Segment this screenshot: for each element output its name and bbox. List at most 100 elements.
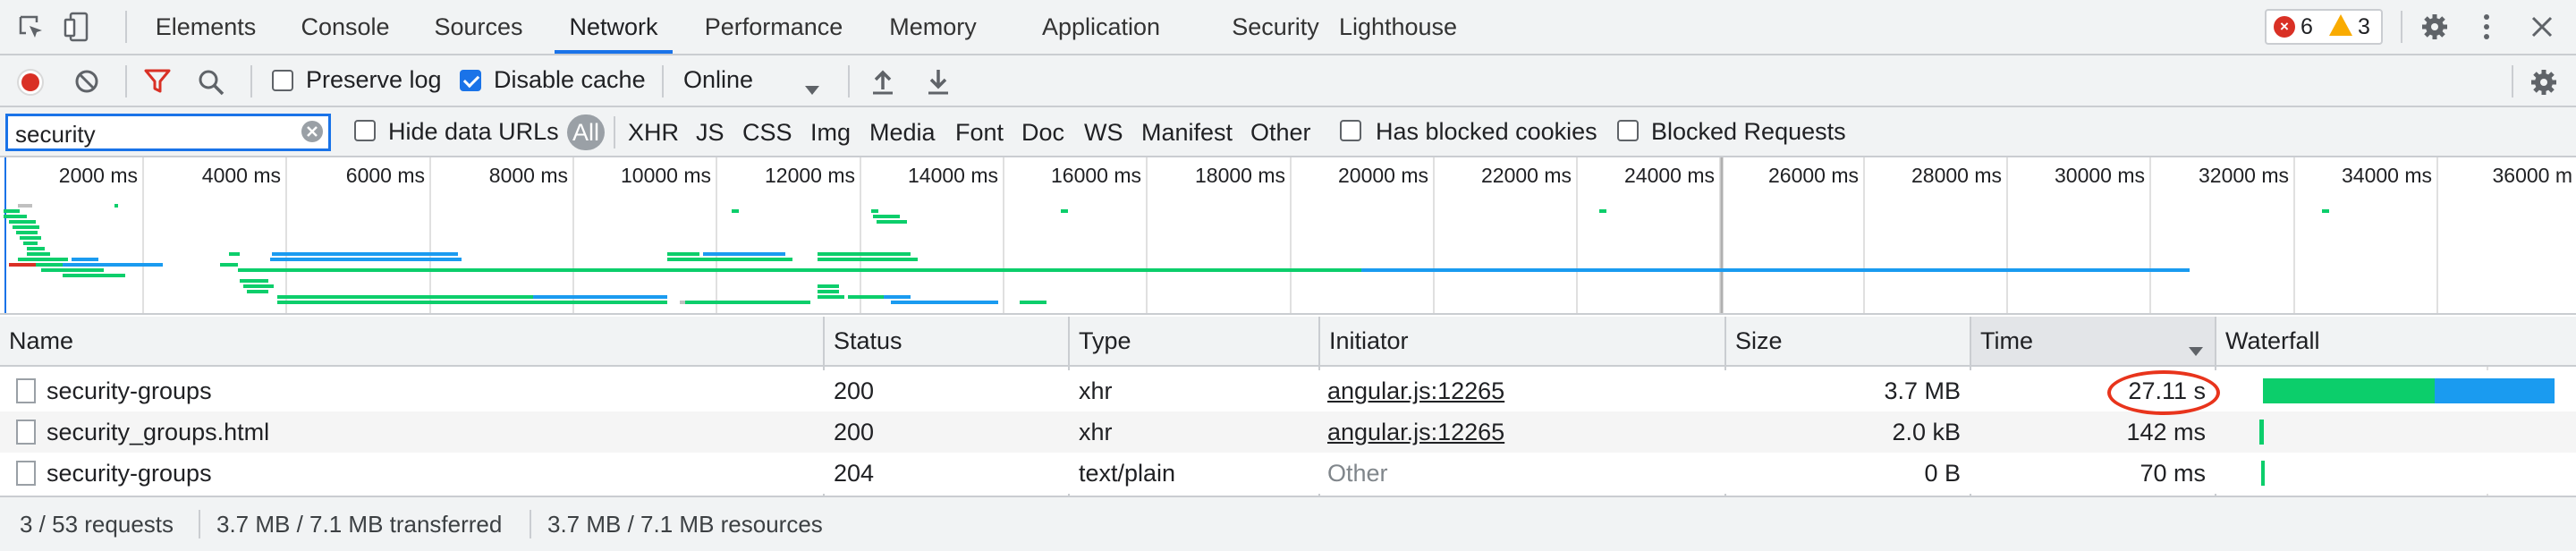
throttling-select[interactable]: Online [683, 66, 753, 94]
clear-icon[interactable] [73, 68, 100, 95]
status-divider [199, 510, 200, 538]
clear-filter-icon[interactable] [301, 120, 324, 143]
tick-label: 30000 ms [2055, 164, 2145, 187]
device-toolbar-icon[interactable] [63, 11, 95, 43]
tick-label: 14000 ms [908, 164, 998, 187]
tick-label: 2000 ms [59, 164, 138, 187]
column-header-status[interactable]: Status [825, 317, 1068, 365]
waterfall-waiting-bar [2259, 420, 2264, 445]
tab-elements[interactable]: Elements [143, 0, 268, 54]
column-header-size[interactable]: Size [1726, 317, 1970, 365]
column-header-name[interactable]: Name [0, 317, 823, 365]
waterfall-download-bar [2435, 378, 2555, 403]
request-name: security-groups [47, 377, 212, 404]
filter-type-css[interactable]: CSS [742, 114, 792, 150]
filter-type-js[interactable]: JS [696, 114, 724, 150]
request-size: 0 B [1924, 460, 1961, 487]
gear-icon[interactable] [2420, 13, 2449, 41]
filter-input[interactable] [5, 114, 331, 151]
close-icon[interactable] [2528, 13, 2556, 41]
status-divider [530, 510, 531, 538]
filter-divider [614, 116, 615, 148]
blocked-requests-label[interactable]: Blocked Requests [1651, 118, 1846, 146]
export-har-icon[interactable] [925, 66, 952, 97]
filter-type-other[interactable]: Other [1250, 114, 1311, 150]
network-settings-icon[interactable] [2529, 68, 2558, 97]
filter-type-xhr[interactable]: XHR [628, 114, 679, 150]
filter-bar: Hide data URLs All XHR JS CSS Img Media … [0, 107, 2576, 157]
tick-label: 22000 ms [1481, 164, 1572, 187]
tab-security[interactable]: Security [1211, 0, 1340, 54]
request-type: xhr [1079, 419, 1113, 445]
request-time: 142 ms [2126, 419, 2206, 445]
request-type: xhr [1079, 377, 1113, 404]
network-toolbar: Preserve log Disable cache Online [0, 55, 2576, 107]
warning-count: 3 [2358, 14, 2370, 39]
tab-bar-divider [2401, 11, 2402, 43]
request-initiator: Other [1327, 460, 1388, 487]
disable-cache-label[interactable]: Disable cache [494, 66, 646, 94]
filter-icon[interactable] [143, 68, 172, 95]
column-header-initiator[interactable]: Initiator [1320, 317, 1724, 365]
has-blocked-cookies-checkbox[interactable] [1340, 120, 1361, 141]
tab-sources[interactable]: Sources [420, 0, 537, 54]
tick-label: 4000 ms [202, 164, 281, 187]
issues-counter[interactable]: × 6 3 [2265, 9, 2383, 45]
resources-size: 3.7 MB / 7.1 MB resources [547, 511, 823, 538]
filter-type-media[interactable]: Media [869, 114, 936, 150]
tab-memory[interactable]: Memory [875, 0, 991, 54]
tab-network[interactable]: Network [555, 0, 673, 54]
preserve-log-label[interactable]: Preserve log [306, 66, 442, 94]
inspect-element-icon[interactable] [18, 14, 45, 41]
request-size: 2.0 kB [1892, 419, 1961, 445]
hide-data-urls-label[interactable]: Hide data URLs [388, 118, 559, 146]
tab-performance[interactable]: Performance [691, 0, 857, 54]
request-name: security_groups.html [47, 419, 270, 445]
record-icon[interactable] [16, 68, 45, 97]
tick-label: 36000 m [2492, 164, 2572, 187]
tick-label: 18000 ms [1195, 164, 1285, 187]
request-initiator-link[interactable]: angular.js:12265 [1327, 370, 1504, 411]
waterfall-waiting-bar [2263, 378, 2435, 403]
search-icon[interactable] [197, 68, 225, 97]
filter-type-ws[interactable]: WS [1084, 114, 1123, 150]
chevron-down-icon[interactable] [803, 75, 821, 95]
warning-icon [2329, 14, 2352, 36]
request-initiator-link[interactable]: angular.js:12265 [1327, 411, 1504, 453]
tick-label: 20000 ms [1338, 164, 1428, 187]
table-row[interactable]: security_groups.html 200 xhr angular.js:… [0, 411, 2576, 453]
blocked-requests-checkbox[interactable] [1617, 120, 1639, 141]
filter-type-img[interactable]: Img [810, 114, 851, 150]
tick-label: 34000 ms [2342, 164, 2432, 187]
table-row[interactable]: security-groups 204 text/plain Other 0 B… [0, 453, 2576, 494]
tick-label: 32000 ms [2199, 164, 2289, 187]
request-name: security-groups [47, 460, 212, 487]
filter-type-font[interactable]: Font [955, 114, 1004, 150]
request-table-header: Name Status Type Initiator Size Time Wat… [0, 317, 2576, 367]
overview-timeline-svg: 2000 ms 4000 ms 6000 ms 8000 ms 10000 ms… [4, 157, 2572, 313]
tick-label: 6000 ms [346, 164, 425, 187]
filter-type-doc[interactable]: Doc [1021, 114, 1064, 150]
import-har-icon[interactable] [869, 66, 896, 97]
tick-label: 10000 ms [621, 164, 711, 187]
network-overview[interactable]: 2000 ms 4000 ms 6000 ms 8000 ms 10000 ms… [0, 157, 2576, 315]
filter-type-manifest[interactable]: Manifest [1141, 114, 1233, 150]
request-status: 204 [834, 460, 875, 487]
request-size: 3.7 MB [1884, 377, 1961, 404]
filter-type-all[interactable]: All [567, 114, 606, 150]
tab-lighthouse[interactable]: Lighthouse [1333, 0, 1463, 54]
hide-data-urls-checkbox[interactable] [354, 120, 376, 141]
column-header-time[interactable]: Time [1971, 317, 2215, 365]
disable-cache-checkbox[interactable] [460, 70, 481, 91]
has-blocked-cookies-label[interactable]: Has blocked cookies [1376, 118, 1597, 146]
preserve-log-checkbox[interactable] [272, 70, 293, 91]
more-options-icon[interactable] [2479, 13, 2494, 41]
devtools-tab-bar: Elements Console Sources Network Perform… [0, 0, 2576, 55]
tab-application[interactable]: Application [1009, 0, 1193, 54]
tab-console[interactable]: Console [286, 0, 404, 54]
tick-label: 28000 ms [1911, 164, 2002, 187]
request-type: text/plain [1079, 460, 1176, 487]
column-header-type[interactable]: Type [1070, 317, 1318, 365]
request-status: 200 [834, 419, 875, 445]
column-header-waterfall[interactable]: Waterfall [2216, 317, 2576, 365]
